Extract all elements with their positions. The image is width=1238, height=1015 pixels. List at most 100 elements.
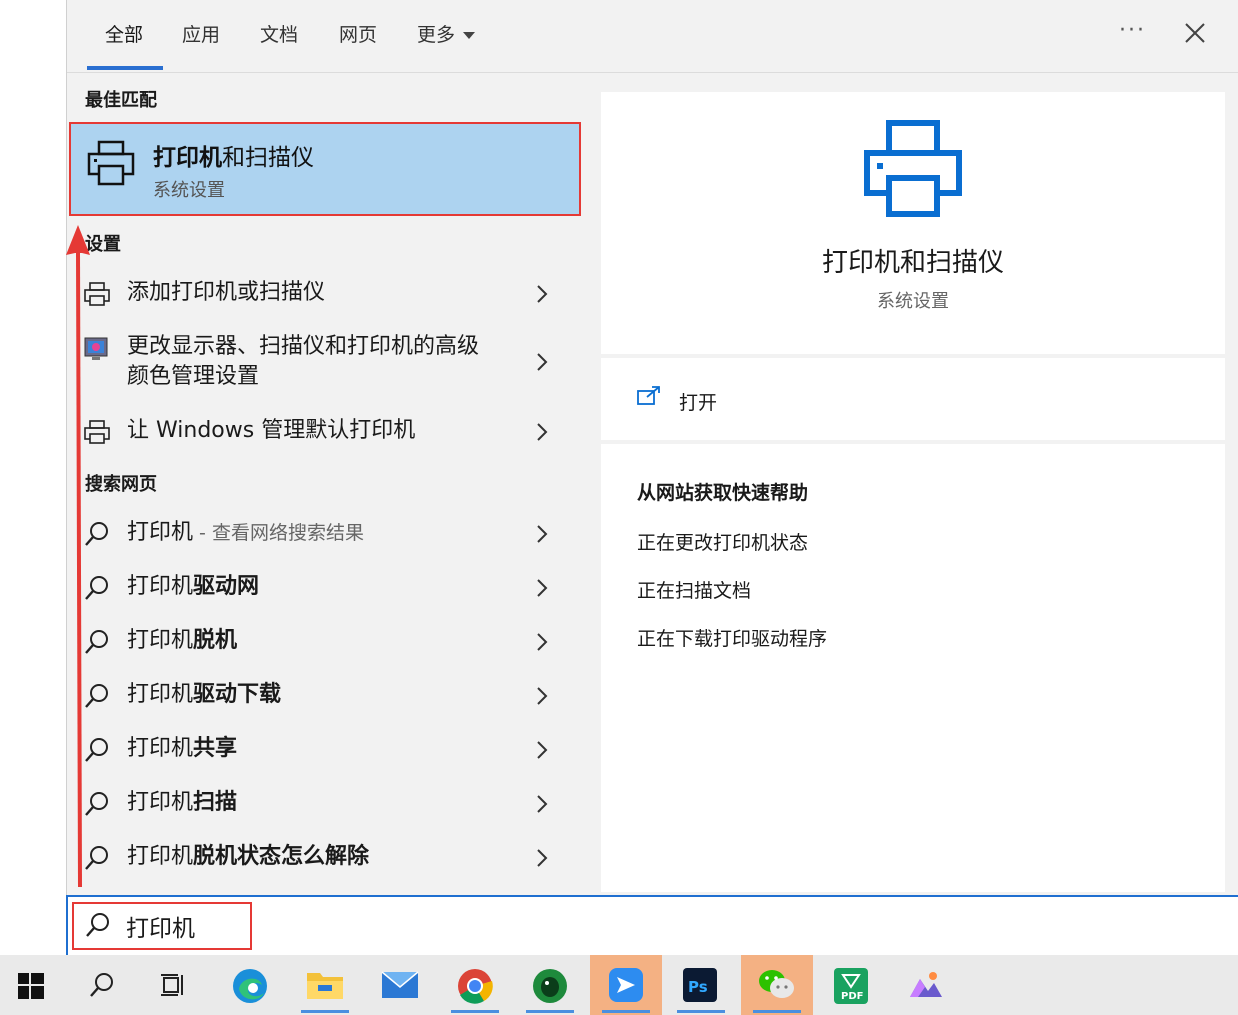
mail-icon	[381, 971, 419, 998]
chevron-right-icon	[537, 285, 548, 303]
running-indicator	[451, 1010, 499, 1013]
desktop-background	[0, 0, 66, 955]
preview-title: 打印机和扫描仪	[821, 248, 1004, 278]
edge-app[interactable]	[215, 955, 287, 1015]
chevron-right-icon	[537, 353, 548, 371]
task-view-icon	[161, 974, 183, 996]
query-suffix: 脱机状态怎么解除	[193, 844, 370, 869]
tab-more-label: 更多	[417, 24, 456, 46]
printer-large-icon	[864, 120, 962, 217]
web-search-label: 打印机扫描	[127, 788, 237, 818]
windows-logo-icon	[18, 973, 44, 999]
open-label[interactable]: 打开	[679, 388, 717, 415]
web-search-item[interactable]: 打印机脱机	[81, 624, 571, 660]
section-best-match: 最佳匹配	[85, 90, 157, 111]
taskbar: Ps PDF	[0, 955, 1238, 1015]
web-search-label: 打印机驱动网	[127, 572, 259, 602]
chrome-icon	[458, 969, 493, 1004]
photoshop-app[interactable]: Ps	[665, 955, 737, 1015]
photos-app[interactable]	[890, 955, 962, 1015]
setting-default-printer[interactable]: 让 Windows 管理默认打印机	[81, 414, 571, 450]
best-match-printers-scanners[interactable]: 打印机和扫描仪 系统设置	[69, 122, 581, 216]
close-icon[interactable]	[1180, 18, 1210, 48]
tab-all[interactable]: 全部	[105, 20, 143, 47]
running-indicator	[526, 1010, 574, 1013]
search-bar[interactable]: 打印机	[66, 895, 1238, 955]
running-indicator	[602, 1010, 650, 1013]
file-explorer-app[interactable]	[289, 955, 361, 1015]
search-header: 全部 应用 文档 网页 更多 ···	[67, 0, 1238, 73]
pdf-app[interactable]: PDF	[815, 955, 887, 1015]
help-link-download-driver[interactable]: 正在下载打印驱动程序	[637, 624, 827, 651]
setting-color-management[interactable]: 更改显示器、扫描仪和打印机的高级 颜色管理设置	[81, 330, 571, 394]
web-search-label: 打印机共享	[127, 734, 237, 764]
best-match-title-bold: 打印机	[153, 145, 222, 171]
chevron-right-icon	[537, 795, 548, 813]
printer-icon	[87, 140, 135, 186]
open-external-icon	[637, 386, 660, 405]
svg-text:Ps: Ps	[688, 978, 708, 996]
chevron-right-icon	[537, 687, 548, 705]
web-search-label: 打印机驱动下载	[127, 680, 281, 710]
chevron-right-icon	[537, 579, 548, 597]
preview-header: 打印机和扫描仪 系统设置	[601, 92, 1225, 358]
running-indicator	[677, 1010, 725, 1013]
search-icon	[86, 913, 109, 937]
search-input[interactable]: 打印机	[126, 909, 195, 943]
tab-more[interactable]: 更多	[417, 20, 476, 47]
folder-icon	[307, 973, 343, 999]
web-search-item[interactable]: 打印机共享	[81, 732, 571, 768]
caret-down-icon	[463, 32, 476, 39]
more-options-button[interactable]: ···	[1119, 18, 1146, 43]
web-search-item[interactable]: 打印机驱动下载	[81, 678, 571, 714]
web-search-item[interactable]: 打印机驱动网	[81, 570, 571, 606]
tab-documents[interactable]: 文档	[260, 20, 298, 47]
web-search-item[interactable]: 打印机脱机状态怎么解除	[81, 840, 571, 876]
help-link-scan-document[interactable]: 正在扫描文档	[637, 576, 751, 603]
feishu-app[interactable]	[590, 955, 662, 1015]
chevron-right-icon	[537, 741, 548, 759]
chevron-right-icon	[537, 849, 548, 867]
tab-apps[interactable]: 应用	[182, 20, 220, 47]
running-indicator	[753, 1010, 801, 1013]
annotation-arrow	[66, 225, 90, 888]
pdf-icon: PDF	[834, 968, 868, 1004]
web-search-item[interactable]: 打印机 - 查看网络搜索结果	[81, 516, 571, 552]
help-link-change-status[interactable]: 正在更改打印机状态	[637, 528, 808, 555]
active-tab-indicator	[87, 66, 163, 70]
web-help-title: 从网站获取快速帮助	[637, 482, 809, 504]
query-prefix: 打印机	[127, 682, 194, 707]
query-suffix: 扫描	[193, 790, 238, 815]
best-match-subtitle: 系统设置	[153, 180, 225, 201]
photoshop-icon: Ps	[683, 968, 717, 1002]
query-suffix: 脱机	[193, 628, 238, 653]
mail-app[interactable]	[364, 955, 436, 1015]
web-search-item[interactable]: 打印机扫描	[81, 786, 571, 822]
query-prefix: 打印机	[127, 790, 194, 815]
chrome-app[interactable]	[439, 955, 511, 1015]
query-prefix: 打印机	[127, 628, 194, 653]
chevron-right-icon	[537, 525, 548, 543]
query-prefix: 打印机	[127, 574, 194, 599]
setting-add-printer[interactable]: 添加打印机或扫描仪	[81, 276, 571, 312]
best-match-title: 打印机和扫描仪	[153, 138, 314, 172]
start-button[interactable]	[0, 955, 72, 1015]
wechat-app[interactable]	[741, 955, 813, 1015]
best-match-title-rest: 和扫描仪	[222, 145, 314, 171]
svg-text:PDF: PDF	[841, 991, 863, 1002]
evernote-app[interactable]	[514, 955, 586, 1015]
web-search-label: 打印机脱机状态怎么解除	[127, 842, 369, 872]
web-search-label: 打印机脱机	[127, 626, 237, 656]
setting-label-line2: 颜色管理设置	[127, 364, 260, 389]
search-icon	[90, 973, 113, 997]
preview-pane: 打印机和扫描仪 系统设置 打开 从网站获取快速帮助 正在更改打印机状态 正在扫描…	[601, 92, 1225, 892]
query-suffix: 共享	[193, 736, 238, 761]
feishu-icon	[609, 968, 643, 1002]
chevron-right-icon	[537, 633, 548, 651]
tab-web[interactable]: 网页	[339, 20, 377, 47]
task-view-button[interactable]	[138, 955, 210, 1015]
chevron-right-icon	[537, 423, 548, 441]
taskbar-search-button[interactable]	[66, 955, 138, 1015]
query-hint: - 查看网络搜索结果	[193, 522, 364, 544]
query-prefix: 打印机	[127, 844, 194, 869]
